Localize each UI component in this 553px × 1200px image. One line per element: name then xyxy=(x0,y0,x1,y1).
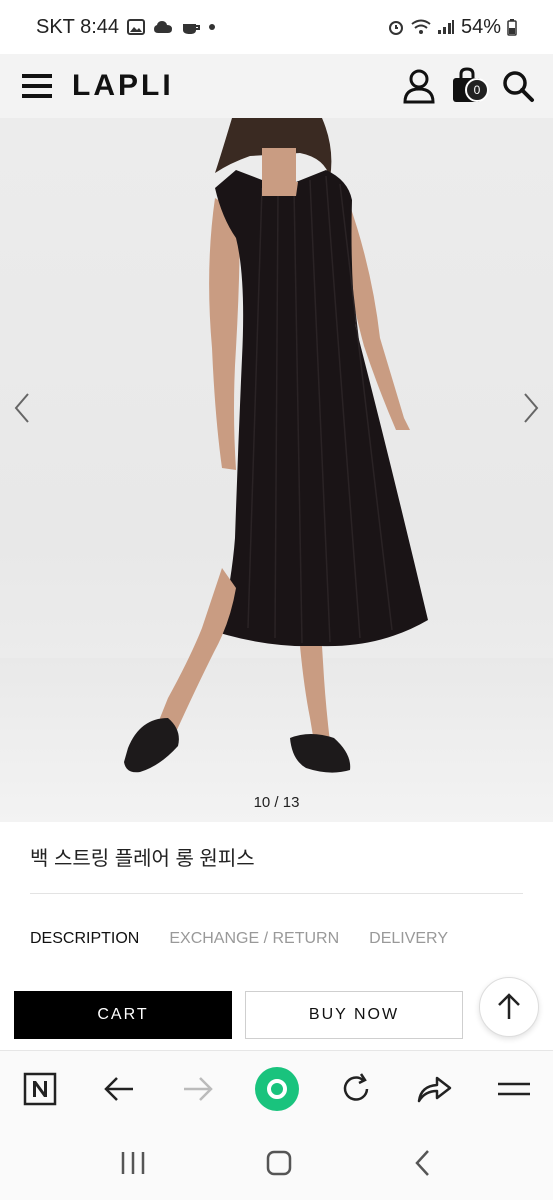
cloud-icon xyxy=(154,21,173,33)
signal-icon xyxy=(437,20,454,34)
shopping-bag-icon[interactable]: 0 xyxy=(449,66,489,106)
hamburger-menu-icon[interactable] xyxy=(22,72,54,100)
browser-menu-button[interactable] xyxy=(490,1065,538,1113)
chevron-left-icon xyxy=(14,393,29,423)
site-header: LAPLI 0 xyxy=(0,54,553,118)
naver-home-button[interactable] xyxy=(16,1065,64,1113)
previous-image-button[interactable] xyxy=(8,388,38,428)
image-counter: 10 / 13 xyxy=(253,794,300,811)
scroll-to-top-button[interactable] xyxy=(479,977,539,1037)
home-icon[interactable] xyxy=(264,1148,294,1178)
battery-icon xyxy=(507,19,517,36)
forward-arrow-icon xyxy=(183,1077,213,1101)
browser-toolbar xyxy=(0,1050,553,1127)
next-image-button[interactable] xyxy=(515,388,545,428)
refresh-icon xyxy=(343,1073,368,1101)
home-circle-icon xyxy=(254,1067,299,1111)
buy-now-button[interactable]: BUY NOW xyxy=(245,991,463,1039)
header-right: 0 xyxy=(403,66,535,106)
refresh-button[interactable] xyxy=(332,1065,380,1113)
product-image-gallery[interactable]: 10 / 13 xyxy=(0,118,553,822)
header-left: LAPLI xyxy=(22,69,174,103)
product-title: 백 스트링 플레어 롱 원피스 xyxy=(30,848,255,870)
cart-count-badge: 0 xyxy=(465,78,489,102)
green-home-button[interactable] xyxy=(253,1065,301,1113)
tab-delivery[interactable]: DELIVERY xyxy=(369,930,448,948)
coffee-icon xyxy=(183,24,201,34)
system-back-icon[interactable] xyxy=(411,1148,435,1178)
browser-forward-button[interactable] xyxy=(174,1065,222,1113)
tab-description[interactable]: DESCRIPTION xyxy=(30,930,139,948)
browser-back-button[interactable] xyxy=(95,1065,143,1113)
tab-exchange-return[interactable]: EXCHANGE / RETURN xyxy=(169,930,339,948)
user-account-icon[interactable] xyxy=(403,68,435,104)
carrier-time: SKT 8:44 xyxy=(36,15,120,38)
alarm-icon xyxy=(388,21,403,35)
share-icon xyxy=(417,1076,451,1103)
cart-button[interactable]: CART xyxy=(14,991,232,1039)
status-bar: SKT 8:44 54% xyxy=(0,0,553,54)
site-logo[interactable]: LAPLI xyxy=(72,69,174,103)
divider xyxy=(30,893,523,894)
naver-n-icon xyxy=(23,1072,56,1106)
back-arrow-icon xyxy=(103,1077,133,1101)
status-right: 54% xyxy=(387,16,517,39)
product-photo xyxy=(0,118,553,822)
info-tabs: DESCRIPTION EXCHANGE / RETURN DELIVERY xyxy=(30,930,448,948)
menu-icon xyxy=(497,1082,530,1096)
notification-dot-icon xyxy=(209,24,216,30)
recent-apps-icon[interactable] xyxy=(118,1149,148,1177)
search-icon[interactable] xyxy=(501,69,535,103)
arrow-up-icon xyxy=(498,993,520,1019)
share-button[interactable] xyxy=(411,1065,459,1113)
system-navigation-bar xyxy=(0,1126,553,1200)
status-left: SKT 8:44 xyxy=(36,15,216,39)
chevron-right-icon xyxy=(524,393,539,423)
gallery-icon xyxy=(127,19,146,35)
wifi-icon xyxy=(411,19,431,34)
battery-percent: 54% xyxy=(460,15,501,38)
